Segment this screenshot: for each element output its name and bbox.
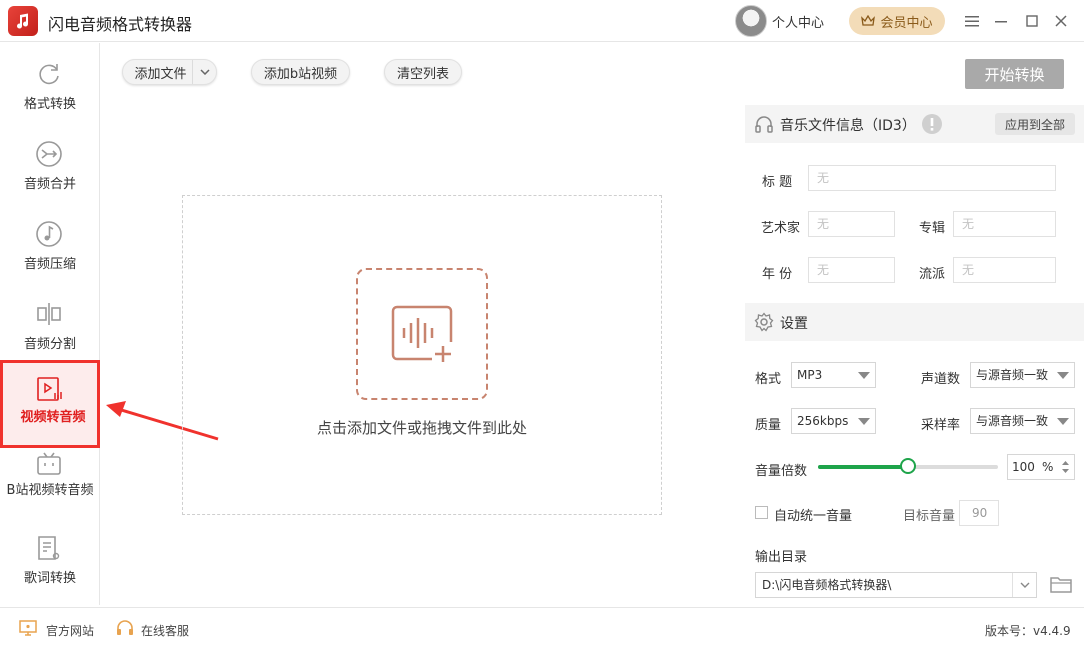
add-file-label: 添加文件 — [134, 66, 187, 82]
album-label: 专辑 — [919, 221, 946, 236]
sidebar-item-label: 视频转音频 — [20, 410, 86, 425]
quality-select[interactable]: 256kbps — [791, 408, 876, 434]
avatar[interactable] — [735, 5, 767, 37]
sidebar-item-video-to-audio[interactable]: 视频转音频 — [0, 360, 100, 448]
format-value: MP3 — [797, 368, 823, 382]
sidebar: 格式转换 音频合并 音频压缩 音频分割 视频转音频 B站视频转音频 歌词转换 — [0, 43, 100, 605]
target-volume-label: 目标音量 — [903, 509, 956, 524]
dropzone-hint: 点击添加文件或拖拽文件到此处 — [316, 419, 527, 437]
headset-icon — [117, 620, 133, 635]
stepper-arrows-icon[interactable] — [1061, 458, 1070, 476]
refresh-icon — [39, 64, 59, 85]
settings-title: 设置 — [780, 316, 808, 332]
video-audio-icon — [37, 377, 62, 401]
title-label: 标 题 — [762, 175, 793, 190]
minimize-icon[interactable] — [990, 10, 1012, 32]
artist-label: 艺术家 — [761, 221, 801, 236]
volume-slider-fill — [818, 465, 908, 469]
auto-volume-label: 自动统一音量 — [774, 509, 853, 524]
info-warning-icon[interactable] — [921, 113, 943, 135]
album-field[interactable]: 无 — [953, 211, 1056, 237]
sidebar-item-label: 歌词转换 — [23, 571, 76, 586]
sidebar-item-lyrics-convert[interactable]: 歌词转换 — [0, 528, 100, 608]
title-field[interactable]: 无 — [808, 165, 1056, 191]
user-center-link[interactable]: 个人中心 — [772, 12, 824, 31]
volume-stepper[interactable]: 100 % — [1007, 454, 1075, 480]
gear-icon — [754, 312, 774, 332]
clear-list-button[interactable]: 清空列表 — [384, 59, 462, 85]
app-title: 闪电音频格式转换器 — [48, 15, 193, 34]
version-label: 版本号：v4.4.9 — [985, 624, 1071, 638]
vip-center-label: 会员中心 — [880, 15, 933, 31]
volume-value: 100 — [1012, 460, 1035, 474]
add-file-dropzone-button[interactable] — [356, 268, 488, 400]
close-icon[interactable] — [1050, 10, 1072, 32]
target-volume-field[interactable]: 90 — [959, 500, 999, 526]
chevron-down-icon[interactable] — [192, 60, 216, 84]
add-file-button[interactable]: 添加文件 — [122, 59, 217, 85]
sample-rate-label: 采样率 — [921, 418, 961, 433]
sidebar-item-label: 音频压缩 — [23, 257, 76, 272]
genre-field[interactable]: 无 — [953, 257, 1056, 283]
auto-volume-checkbox[interactable] — [755, 506, 768, 519]
volume-label: 音量倍数 — [755, 464, 808, 479]
chevron-down-icon — [858, 372, 870, 379]
channels-label: 声道数 — [921, 372, 961, 387]
volume-slider-handle[interactable] — [900, 458, 916, 474]
split-icon — [37, 303, 61, 325]
apply-all-button[interactable]: 应用到全部 — [995, 113, 1075, 135]
quality-value: 256kbps — [797, 414, 849, 428]
chevron-down-icon[interactable] — [1012, 573, 1036, 597]
headphones-icon — [755, 116, 773, 133]
output-dir-label: 输出目录 — [755, 550, 808, 565]
volume-slider[interactable] — [818, 458, 998, 474]
add-audio-icon — [391, 305, 454, 364]
sample-rate-value: 与源音频一致 — [976, 414, 1049, 428]
chevron-down-icon — [1057, 418, 1069, 425]
menu-icon[interactable] — [961, 10, 983, 32]
id3-title: 音乐文件信息（ID3） — [780, 118, 916, 134]
online-support-link[interactable]: 在线客服 — [141, 622, 189, 639]
title-bar: 闪电音频格式转换器 个人中心 会员中心 — [0, 0, 1084, 42]
sidebar-item-label: 格式转换 — [23, 97, 76, 112]
footer: 官方网站 在线客服 版本号：v4.4.9 — [0, 607, 1084, 647]
output-dir-value: D:\闪电音频格式转换器\ — [762, 578, 892, 592]
vip-center-button[interactable]: 会员中心 — [849, 7, 945, 35]
year-field[interactable]: 无 — [808, 257, 895, 283]
chevron-down-icon — [1057, 372, 1069, 379]
compress-icon — [36, 221, 62, 247]
channels-select[interactable]: 与源音频一致 — [970, 362, 1075, 388]
chevron-down-icon — [858, 418, 870, 425]
sidebar-item-audio-merge[interactable]: 音频合并 — [0, 128, 100, 208]
maximize-icon[interactable] — [1021, 10, 1043, 32]
volume-unit: % — [1042, 460, 1054, 474]
bilibili-icon — [37, 452, 61, 475]
settings-panel-header: 设置 — [745, 303, 1084, 341]
sample-rate-select[interactable]: 与源音频一致 — [970, 408, 1075, 434]
sidebar-item-bilibili-to-audio[interactable]: B站视频转音频 — [0, 448, 100, 528]
merge-icon — [36, 141, 62, 167]
add-bilibili-video-button[interactable]: 添加b站视频 — [251, 59, 350, 85]
app-logo-icon — [8, 6, 38, 36]
monitor-icon — [19, 620, 37, 636]
official-website-link[interactable]: 官方网站 — [46, 622, 94, 639]
crown-icon — [861, 15, 876, 26]
sidebar-item-audio-compress[interactable]: 音频压缩 — [0, 208, 100, 288]
channels-value: 与源音频一致 — [976, 368, 1049, 382]
sidebar-item-label: 音频分割 — [23, 337, 76, 352]
year-label: 年 份 — [762, 267, 793, 282]
format-label: 格式 — [755, 372, 782, 387]
output-dir-field[interactable]: D:\闪电音频格式转换器\ — [755, 572, 1037, 598]
sidebar-item-format-convert[interactable]: 格式转换 — [0, 48, 100, 128]
sidebar-item-label: 音频合并 — [23, 177, 76, 192]
quality-label: 质量 — [755, 418, 782, 433]
start-convert-button[interactable]: 开始转换 — [965, 59, 1064, 89]
sidebar-item-audio-split[interactable]: 音频分割 — [0, 288, 100, 368]
artist-field[interactable]: 无 — [808, 211, 895, 237]
lyrics-icon — [38, 536, 60, 560]
sidebar-item-label: B站视频转音频 — [6, 483, 94, 498]
genre-label: 流派 — [919, 267, 946, 282]
format-select[interactable]: MP3 — [791, 362, 876, 388]
folder-icon[interactable] — [1049, 574, 1073, 594]
